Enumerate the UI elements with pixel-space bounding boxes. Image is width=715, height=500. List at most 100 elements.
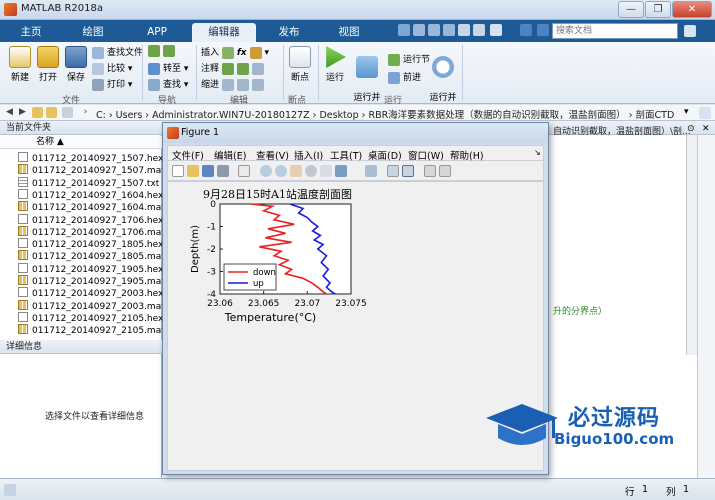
copy-icon[interactable]	[428, 24, 440, 36]
find-files-button[interactable]: 查找文件	[92, 45, 143, 59]
file-list-item[interactable]: 011712_20140927_1805.mat	[18, 250, 165, 262]
zoom-out-icon[interactable]	[275, 165, 287, 177]
file-list-item[interactable]: 011712_20140927_1507.hex	[18, 152, 163, 164]
open-button[interactable]: 打开	[34, 46, 62, 83]
cut-icon[interactable]	[413, 24, 425, 36]
run-button[interactable]: 运行	[322, 46, 348, 83]
file-list-item[interactable]: 011712_20140927_2105.mat	[18, 324, 165, 336]
new-figure-icon[interactable]	[172, 165, 184, 177]
hex-file-icon	[18, 188, 28, 199]
tab-editor[interactable]: 编辑器	[192, 23, 256, 42]
data-cursor-icon[interactable]	[320, 165, 332, 177]
mat-file-icon	[18, 250, 28, 261]
tab-plots[interactable]: 绘图	[68, 23, 118, 42]
goto-button[interactable]: 转至 ▾	[148, 61, 188, 75]
search-documentation-input[interactable]: 搜索文档	[552, 23, 678, 39]
search-icon[interactable]	[684, 25, 696, 37]
file-name: 011712_20140927_1706.hex	[32, 215, 164, 226]
print-figure-icon[interactable]	[217, 165, 229, 177]
y-tick-label: -3	[207, 268, 216, 278]
redo-icon[interactable]	[473, 24, 485, 36]
tab-apps[interactable]: APP	[132, 23, 182, 42]
menu-edit[interactable]: 编辑(E)	[214, 148, 246, 162]
save-figure-icon[interactable]	[202, 165, 214, 177]
tab-view[interactable]: 视图	[324, 23, 374, 42]
file-list-item[interactable]: 011712_20140927_1805.hex	[18, 238, 163, 250]
menu-tools[interactable]: 工具(T)	[330, 148, 362, 162]
folder-history-icon[interactable]	[62, 107, 73, 118]
new-file-icon	[9, 46, 31, 68]
file-list-item[interactable]: 011712_20140927_2105.hex	[18, 311, 163, 324]
menu-desktop[interactable]: 桌面(D)	[368, 148, 402, 162]
show-plot-tools-icon[interactable]	[439, 165, 451, 177]
close-panel-icon[interactable]: ✕	[702, 124, 710, 134]
file-list-item[interactable]: 011712_20140927_1905.mat	[18, 275, 165, 287]
brush-icon[interactable]	[335, 165, 347, 177]
menu-file[interactable]: 文件(F)	[172, 148, 204, 162]
pan-hand-icon[interactable]	[290, 165, 302, 177]
pointer-icon[interactable]	[238, 165, 250, 177]
maximize-button[interactable]: ❐	[645, 1, 671, 18]
name-column-header[interactable]: 名称 ▲	[0, 136, 162, 149]
file-list-item[interactable]: 011712_20140927_1905.hex	[18, 262, 163, 275]
switch-windows-icon[interactable]	[490, 24, 502, 36]
breakpoints-button[interactable]: 断点	[286, 46, 314, 83]
file-list-item[interactable]: 011712_20140927_1706.hex	[18, 213, 164, 226]
menu-dock-icon[interactable]: ↘	[534, 148, 541, 157]
minimize-button[interactable]: —	[618, 1, 644, 18]
file-name: 011712_20140927_1706.mat	[32, 227, 165, 238]
community-icon[interactable]	[537, 24, 549, 36]
browse-folder-icon[interactable]	[32, 107, 43, 118]
print-button[interactable]: 打印 ▾	[92, 77, 132, 91]
menu-insert[interactable]: 插入(I)	[294, 148, 323, 162]
nav-back-button[interactable]	[148, 45, 178, 57]
search-folder-icon[interactable]	[699, 107, 711, 119]
hide-plot-tools-icon[interactable]	[424, 165, 436, 177]
tab-home[interactable]: 主页	[6, 23, 56, 42]
figure-title-bar[interactable]: Figure 1	[163, 123, 548, 143]
close-button[interactable]: ✕	[672, 1, 712, 18]
ribbon-tab-bar: 主页 绘图 APP 编辑器 发布 视图 搜索文档	[0, 20, 715, 42]
save-button[interactable]: 保存	[62, 46, 90, 83]
menu-help[interactable]: 帮助(H)	[450, 148, 484, 162]
file-list-item[interactable]: 011712_20140927_1604.mat	[18, 201, 165, 213]
menu-view[interactable]: 查看(V)	[256, 148, 289, 162]
run-section-button[interactable]: 运行节	[388, 52, 430, 66]
current-folder-path[interactable]: C: › Users › Administrator.WIN7U-2018012…	[96, 107, 674, 121]
open-figure-icon[interactable]	[187, 165, 199, 177]
new-button[interactable]: 新建	[6, 46, 34, 83]
collapse-icon[interactable]: ⊙	[687, 124, 695, 134]
insert-colorbar-icon[interactable]	[387, 165, 399, 177]
file-list-item[interactable]: 011712_20140927_2003.hex	[18, 287, 163, 299]
mat-file-icon	[18, 324, 28, 335]
file-list-item[interactable]: 011712_20140927_1706.mat	[18, 225, 165, 238]
undo-icon[interactable]	[458, 24, 470, 36]
link-plot-icon[interactable]	[365, 165, 377, 177]
workspace-scrollbar[interactable]	[697, 135, 715, 478]
forward-arrow-icon[interactable]: ▶	[17, 107, 28, 118]
compare-button[interactable]: 比较 ▾	[92, 61, 132, 75]
help-icon[interactable]	[520, 24, 532, 36]
zoom-in-icon[interactable]	[260, 165, 272, 177]
advance-button[interactable]: 前进	[388, 70, 421, 84]
insert-legend-icon[interactable]	[402, 165, 414, 177]
insert-button[interactable]: 插入 fx ▾	[201, 45, 269, 59]
file-list-item[interactable]: 011712_20140927_1507.mat	[18, 164, 165, 176]
menu-window[interactable]: 窗口(W)	[408, 148, 444, 162]
file-list-item[interactable]: 011712_20140927_1507.txt	[18, 176, 159, 189]
figure-title: Figure 1	[181, 127, 220, 138]
up-folder-icon[interactable]	[46, 107, 57, 118]
paste-icon[interactable]	[443, 24, 455, 36]
tab-publish[interactable]: 发布	[264, 23, 314, 42]
editor-scrollbar[interactable]	[686, 135, 697, 355]
file-list-item[interactable]: 011712_20140927_1604.hex	[18, 188, 163, 201]
path-dropdown-icon[interactable]: ▾	[684, 107, 689, 117]
root-chevron-icon[interactable]: ›	[80, 107, 91, 118]
rotate-3d-icon[interactable]	[305, 165, 317, 177]
file-list-item[interactable]: 011712_20140927_2003.mat	[18, 299, 165, 312]
back-arrow-icon[interactable]: ◀	[4, 107, 15, 118]
find-button[interactable]: 查找 ▾	[148, 77, 188, 91]
save-quick-icon[interactable]	[398, 24, 410, 36]
indent-button[interactable]: 缩进	[201, 77, 267, 91]
comment-button[interactable]: 注释	[201, 61, 267, 75]
